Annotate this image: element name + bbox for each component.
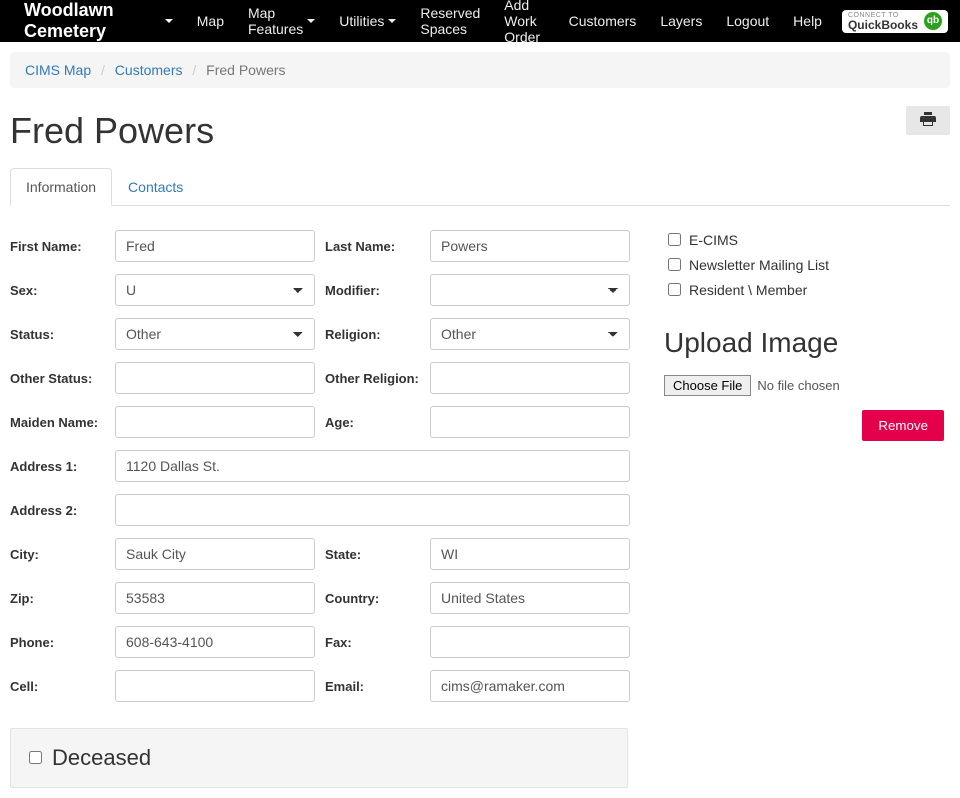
breadcrumb: CIMS Map / Customers / Fred Powers — [10, 52, 950, 88]
phone-input[interactable] — [115, 626, 315, 658]
label-first-name: First Name: — [10, 239, 115, 254]
remove-button[interactable]: Remove — [862, 410, 944, 441]
chevron-down-icon — [165, 19, 173, 23]
last-name-input[interactable] — [430, 230, 630, 262]
city-input[interactable] — [115, 538, 315, 570]
label-address2: Address 2: — [10, 503, 115, 518]
first-name-input[interactable] — [115, 230, 315, 262]
file-chosen-text: No file chosen — [757, 378, 839, 393]
fax-input[interactable] — [430, 626, 630, 658]
country-input[interactable] — [430, 582, 630, 614]
label-email: Email: — [325, 679, 430, 694]
quickbooks-main-label: QuickBooks — [848, 19, 918, 31]
label-city: City: — [10, 547, 115, 562]
sex-select[interactable]: U — [115, 274, 315, 306]
chevron-down-icon — [388, 19, 396, 23]
brand-label: Woodlawn Cemetery — [24, 0, 161, 42]
resident-label: Resident \ Member — [689, 282, 807, 298]
tab-information[interactable]: Information — [10, 168, 112, 206]
customer-form: First Name: Last Name: Sex:U Modifier: S… — [10, 230, 640, 714]
nav-help[interactable]: Help — [781, 1, 834, 41]
age-input[interactable] — [430, 406, 630, 438]
status-select[interactable]: Other — [115, 318, 315, 350]
cell-input[interactable] — [115, 670, 315, 702]
brand-dropdown[interactable]: Woodlawn Cemetery — [12, 0, 185, 52]
side-panel: E-CIMS Newsletter Mailing List Resident … — [640, 230, 950, 714]
nav-map-features[interactable]: Map Features — [236, 0, 327, 57]
choose-file-button[interactable]: Choose File — [664, 375, 751, 396]
zip-input[interactable] — [115, 582, 315, 614]
chevron-down-icon — [307, 19, 315, 23]
modifier-select[interactable] — [430, 274, 630, 306]
label-status: Status: — [10, 327, 115, 342]
label-age: Age: — [325, 415, 430, 430]
print-button[interactable] — [906, 106, 950, 135]
label-zip: Zip: — [10, 591, 115, 606]
state-input[interactable] — [430, 538, 630, 570]
upload-image-heading: Upload Image — [664, 327, 950, 359]
deceased-label: Deceased — [52, 745, 151, 771]
address2-input[interactable] — [115, 494, 630, 526]
quickbooks-connect-button[interactable]: CONNECT TO QuickBooks qb — [842, 10, 948, 33]
nav-reserved-spaces[interactable]: Reserved Spaces — [408, 0, 492, 57]
label-state: State: — [325, 547, 430, 562]
nav-layers[interactable]: Layers — [648, 0, 714, 57]
label-fax: Fax: — [325, 635, 430, 650]
breadcrumb-customers[interactable]: Customers — [115, 62, 183, 78]
deceased-panel: Deceased — [10, 728, 628, 788]
top-navbar: Woodlawn Cemetery Map Map Features Utili… — [0, 0, 960, 42]
breadcrumb-cims-map[interactable]: CIMS Map — [25, 62, 91, 78]
deceased-checkbox[interactable] — [29, 751, 42, 764]
ecims-label: E-CIMS — [689, 232, 738, 248]
nav-logout[interactable]: Logout — [714, 1, 781, 41]
page-title: Fred Powers — [10, 110, 906, 152]
ecims-checkbox[interactable] — [668, 233, 681, 246]
quickbooks-icon: qb — [924, 12, 942, 30]
newsletter-label: Newsletter Mailing List — [689, 257, 829, 273]
label-other-status: Other Status: — [10, 371, 115, 386]
tab-contacts[interactable]: Contacts — [112, 168, 199, 206]
label-phone: Phone: — [10, 635, 115, 650]
nav-add-work-order[interactable]: Add Work Order — [492, 0, 556, 57]
address1-input[interactable] — [115, 450, 630, 482]
maiden-name-input[interactable] — [115, 406, 315, 438]
other-religion-input[interactable] — [430, 362, 630, 394]
other-status-input[interactable] — [115, 362, 315, 394]
tabs: Information Contacts — [10, 168, 950, 206]
religion-select[interactable]: Other — [430, 318, 630, 350]
breadcrumb-current: Fred Powers — [206, 62, 285, 78]
label-maiden-name: Maiden Name: — [10, 415, 115, 430]
newsletter-checkbox[interactable] — [668, 258, 681, 271]
print-icon — [920, 112, 936, 126]
resident-checkbox[interactable] — [668, 283, 681, 296]
label-country: Country: — [325, 591, 430, 606]
nav-map[interactable]: Map — [185, 0, 236, 57]
label-cell: Cell: — [10, 679, 115, 694]
label-last-name: Last Name: — [325, 239, 430, 254]
nav-utilities[interactable]: Utilities — [327, 0, 408, 57]
nav-customers[interactable]: Customers — [557, 0, 649, 57]
label-modifier: Modifier: — [325, 283, 430, 298]
email-input[interactable] — [430, 670, 630, 702]
label-other-religion: Other Religion: — [325, 371, 430, 386]
label-religion: Religion: — [325, 327, 430, 342]
label-sex: Sex: — [10, 283, 115, 298]
label-address1: Address 1: — [10, 459, 115, 474]
